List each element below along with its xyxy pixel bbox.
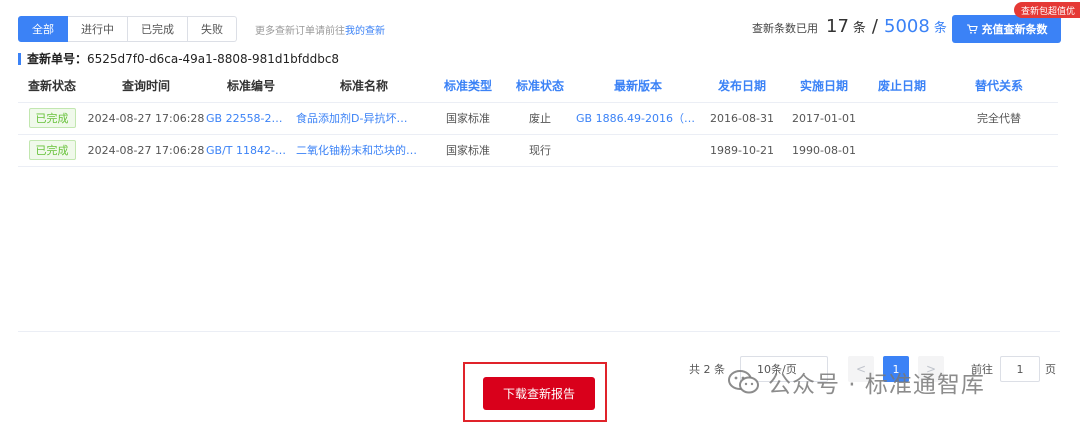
cell-status: 已完成 (18, 134, 86, 167)
cell-repeal-date (864, 134, 940, 167)
watermark-text: 公众号 · 标准通智库 (768, 372, 985, 398)
table-row: 已完成 2024-08-27 17:06:28 GB/T 11842-… 二氧化… (18, 134, 1058, 167)
cell-status: 已完成 (18, 102, 86, 135)
status-tabs: 全部 进行中 已完成 失败 (18, 16, 237, 42)
recharge-label: 充值查新条数 (981, 23, 1048, 36)
table-bottom-divider (18, 331, 1060, 332)
more-orders-hint: 更多查新订单请前往我的查新 (255, 22, 385, 37)
cell-effective-date: 2017-01-01 (784, 102, 864, 135)
wechat-icon (728, 370, 759, 394)
cell-standard-name-link[interactable]: 食品添加剂D-异抗坏… (296, 102, 432, 135)
quota-total: 5008 (884, 16, 930, 37)
status-badge: 已完成 (28, 108, 76, 128)
cart-icon (966, 24, 978, 34)
results-table: 查新状态 查询时间 标准编号 标准名称 标准类型 标准状态 最新版本 发布日期 … (18, 70, 1058, 167)
page-unit-label: 页 (1045, 363, 1056, 376)
cell-time: 2024-08-27 17:06:28 (86, 102, 206, 135)
col-repeal-date: 废止日期 (864, 70, 940, 103)
cell-state: 现行 (504, 134, 576, 167)
col-standard-state: 标准状态 (504, 70, 576, 103)
col-standard-no: 标准编号 (206, 70, 296, 103)
cell-time: 2024-08-27 17:06:28 (86, 134, 206, 167)
pagination-total: 共 2 条 (689, 363, 725, 376)
cell-standard-name-link[interactable]: 二氧化铀粉末和芯块的… (296, 134, 432, 167)
col-query-time: 查询时间 (86, 70, 206, 103)
cell-publish-date: 2016-08-31 (700, 102, 784, 135)
cell-replacement (940, 134, 1058, 167)
watermark: 公众号 · 标准通智库 (728, 365, 985, 399)
order-number: 查新单号： 6525d7f0-d6ca-49a1-8808-981d1bfddb… (18, 50, 339, 67)
cell-publish-date: 1989-10-21 (700, 134, 784, 167)
col-standard-type: 标准类型 (432, 70, 504, 103)
cell-standard-no-link[interactable]: GB 22558-2… (206, 102, 296, 135)
quota-separator: / (871, 16, 878, 37)
table-row: 已完成 2024-08-27 17:06:28 GB 22558-2… 食品添加… (18, 102, 1058, 135)
my-orders-link[interactable]: 我的查新 (345, 26, 385, 37)
quota-total-unit: 条 (933, 21, 947, 36)
promo-badge[interactable]: 查新包超值优 (1014, 2, 1080, 18)
hint-text: 更多查新订单请前往 (255, 26, 345, 37)
tab-failed[interactable]: 失败 (188, 16, 237, 42)
tab-all[interactable]: 全部 (18, 16, 68, 42)
col-effective-date: 实施日期 (784, 70, 864, 103)
cell-effective-date: 1990-08-01 (784, 134, 864, 167)
cell-type: 国家标准 (432, 134, 504, 167)
quota-summary: 查新条数已用 17 条 / 5008 条 (752, 16, 947, 37)
quota-used-unit: 条 (852, 21, 866, 36)
cell-type: 国家标准 (432, 102, 504, 135)
cell-standard-no-link[interactable]: GB/T 11842-… (206, 134, 296, 167)
quota-used: 17 (826, 16, 849, 37)
status-badge: 已完成 (28, 140, 76, 160)
goto-page-input[interactable]: 1 (1000, 356, 1040, 382)
col-standard-name: 标准名称 (296, 70, 432, 103)
order-number-label: 查新单号： (27, 52, 88, 66)
tab-in-progress[interactable]: 进行中 (68, 16, 128, 42)
title-accent-bar (18, 52, 21, 65)
tab-completed[interactable]: 已完成 (128, 16, 188, 42)
recharge-button[interactable]: 充值查新条数 (952, 15, 1061, 43)
cell-state: 废止 (504, 102, 576, 135)
cell-latest-version-link[interactable] (576, 134, 700, 167)
quota-label: 查新条数已用 (752, 22, 818, 35)
cell-replacement: 完全代替 (940, 102, 1058, 135)
order-number-value: 6525d7f0-d6ca-49a1-8808-981d1bfddbc8 (87, 51, 340, 66)
cell-latest-version-link[interactable]: GB 1886.49-2016（食… (576, 102, 700, 135)
col-latest-version: 最新版本 (576, 70, 700, 103)
download-report-button[interactable]: 下载查新报告 (483, 377, 595, 410)
col-replacement: 替代关系 (940, 70, 1058, 103)
col-query-status: 查新状态 (18, 70, 86, 103)
table-header-row: 查新状态 查询时间 标准编号 标准名称 标准类型 标准状态 最新版本 发布日期 … (18, 70, 1058, 103)
col-publish-date: 发布日期 (700, 70, 784, 103)
cell-repeal-date (864, 102, 940, 135)
